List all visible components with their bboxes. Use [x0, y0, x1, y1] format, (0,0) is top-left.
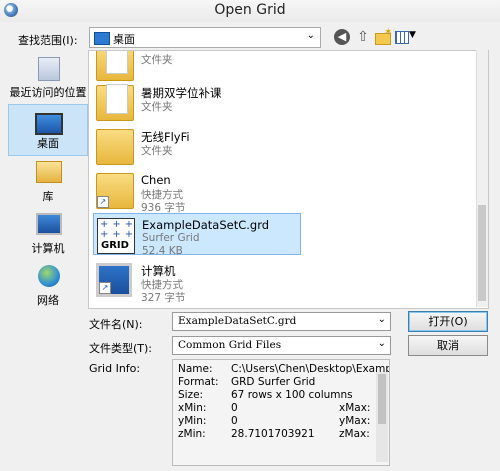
view-menu-button[interactable]: ▼	[395, 29, 417, 45]
info-value: C:\Users\Chen\Desktop\Example	[231, 363, 390, 375]
info-key: zMin:	[178, 428, 206, 440]
info-value: 0	[231, 415, 238, 427]
list-item[interactable]: 暑期双学位补课 文件夹	[93, 81, 301, 123]
filename-label: 文件名(N):	[89, 318, 143, 331]
place-label: 最近访问的位置	[9, 86, 87, 99]
lookin-dropdown[interactable]: 桌面 ⌄	[89, 27, 321, 48]
chevron-down-icon: ⌄	[377, 338, 386, 349]
place-network[interactable]: 网络	[8, 260, 88, 312]
info-key: xMax:	[339, 402, 371, 414]
filetype-label: 文件类型(T):	[89, 342, 153, 355]
info-key: yMin:	[178, 415, 207, 427]
scrollbar-thumb[interactable]	[378, 374, 386, 424]
place-label: 库	[42, 190, 54, 203]
file-type: 文件夹	[141, 54, 173, 66]
info-key: xMin:	[178, 402, 207, 414]
info-key: zMax:	[339, 428, 370, 440]
file-name: Chen	[141, 173, 171, 187]
scrollbar-thumb[interactable]	[478, 205, 486, 301]
list-item[interactable]: ↗ Chen 快捷方式 936 字节	[93, 169, 301, 214]
computer-icon	[36, 213, 62, 235]
file-type: 文件夹	[141, 145, 173, 157]
folder-icon	[96, 129, 134, 165]
lookin-value: 桌面	[113, 33, 135, 46]
grid-info-label: Grid Info:	[89, 362, 141, 375]
grid-view-icon	[395, 31, 409, 44]
desktop-folder-icon	[94, 32, 110, 45]
info-key: Name:	[178, 363, 213, 375]
folder-icon	[96, 51, 134, 81]
place-desktop[interactable]: 桌面	[8, 104, 88, 156]
info-key: Size:	[178, 389, 204, 401]
grid-info-box: Name: C:\Users\Chen\Desktop\Example Form…	[172, 359, 390, 466]
grid-icon-label: GRID	[101, 240, 129, 251]
file-name: ExampleDataSetC.grd	[142, 218, 270, 232]
file-list[interactable]: 文件夹 暑期双学位补课 文件夹 无线FlyFi 文件夹 ↗ Chen 快捷方式 …	[88, 50, 489, 309]
chevron-down-icon: ⌄	[306, 30, 315, 41]
place-label: 网络	[37, 294, 59, 307]
up-folder-button[interactable]: ⇧	[355, 29, 371, 45]
lookin-label: 查找范围(I):	[18, 34, 78, 47]
filetype-select[interactable]: Common Grid Files ⌄	[172, 336, 391, 355]
chevron-down-icon: ▼	[409, 30, 416, 40]
grid-file-icon: +++ +++ GRID	[97, 218, 135, 254]
cancel-button[interactable]: 取消	[408, 335, 488, 356]
filename-input[interactable]: ExampleDataSetC.grd ⌄	[172, 312, 391, 331]
places-bar: 最近访问的位置 桌面 库 计算机 网络	[6, 52, 88, 317]
list-item[interactable]: 文件夹	[93, 51, 301, 83]
info-key: yMax:	[339, 415, 371, 427]
recent-places-icon	[38, 57, 60, 81]
desktop-icon	[35, 113, 63, 135]
folder-shortcut-icon: ↗	[96, 173, 134, 209]
list-item[interactable]: 无线FlyFi 文件夹	[93, 125, 301, 167]
file-size: 327 字节	[141, 292, 186, 304]
place-label: 桌面	[37, 137, 59, 150]
plus-grid-icon: +++ +++	[100, 219, 138, 240]
filetype-value: Common Grid Files	[178, 339, 282, 351]
open-button[interactable]: 打开(O)	[408, 311, 488, 332]
place-libraries[interactable]: 库	[8, 156, 88, 208]
shortcut-arrow-icon: ↗	[97, 196, 109, 208]
chevron-down-icon: ⌄	[377, 314, 386, 325]
shortcut-arrow-icon: ↗	[99, 282, 111, 294]
place-label: 计算机	[31, 242, 65, 255]
info-value: 0	[231, 402, 238, 414]
computer-shortcut-icon: ↗	[96, 263, 132, 297]
network-globe-icon	[38, 265, 60, 287]
place-recent[interactable]: 最近访问的位置	[8, 52, 88, 104]
list-item[interactable]: ↗ 计算机 快捷方式 327 字节	[93, 259, 301, 304]
info-value: 67 rows x 100 columns	[231, 389, 353, 401]
filename-value: ExampleDataSetC.grd	[178, 315, 297, 327]
file-type: Surfer Grid	[142, 232, 200, 244]
folder-icon	[96, 84, 134, 121]
new-folder-button[interactable]: ✶	[375, 27, 393, 45]
info-value: 28.7101703921	[231, 428, 315, 440]
libraries-icon	[36, 161, 62, 183]
file-type: 文件夹	[141, 101, 173, 113]
place-computer[interactable]: 计算机	[8, 208, 88, 260]
back-button[interactable]: ◀	[334, 29, 350, 45]
star-icon: ✶	[384, 27, 393, 38]
info-value: GRD Surfer Grid	[231, 376, 316, 388]
window-title: Open Grid	[214, 2, 286, 18]
info-key: Format:	[178, 376, 219, 388]
file-size: 52.4 KB	[142, 245, 183, 257]
list-item-selected[interactable]: +++ +++ GRID ExampleDataSetC.grd Surfer G…	[93, 213, 301, 257]
